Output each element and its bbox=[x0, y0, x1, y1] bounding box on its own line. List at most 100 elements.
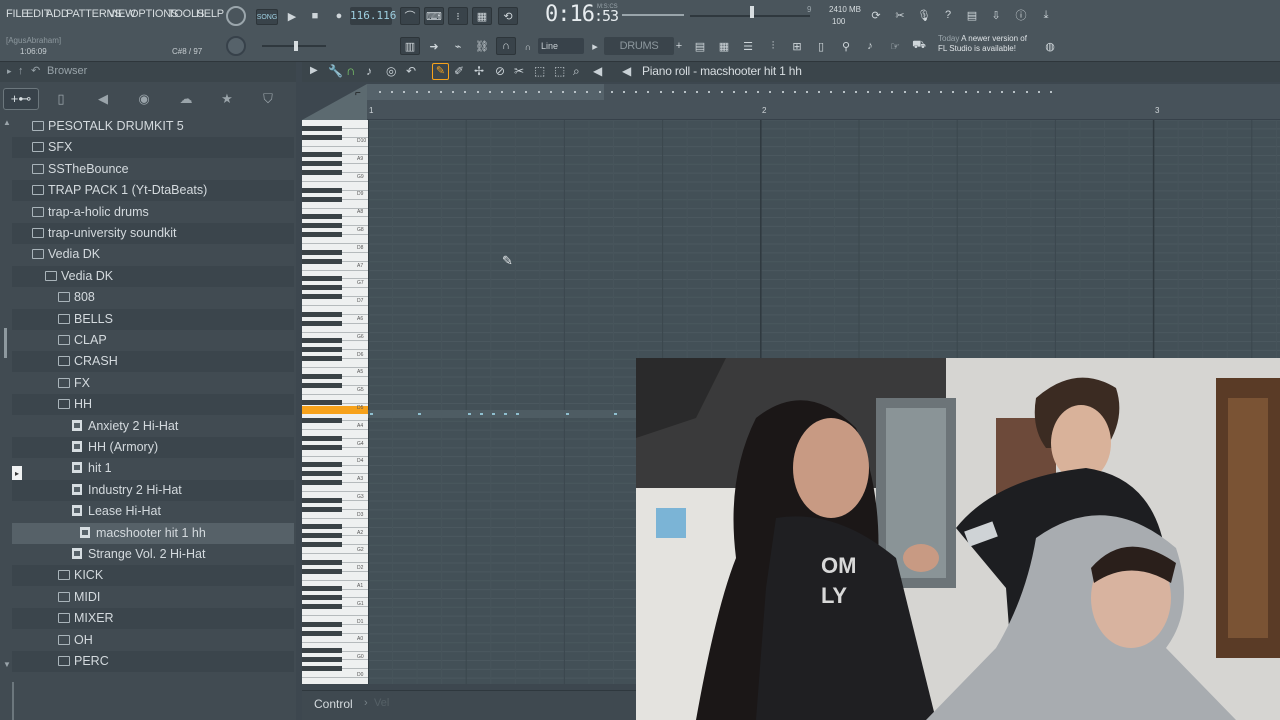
black-key[interactable] bbox=[302, 294, 342, 300]
black-key[interactable] bbox=[302, 559, 342, 565]
render-icon[interactable]: ⇩ bbox=[986, 6, 1006, 24]
time-ruler[interactable]: 1 2 3 bbox=[367, 84, 1280, 120]
black-key[interactable] bbox=[302, 196, 342, 202]
wrench-icon[interactable]: 🔧 bbox=[328, 64, 343, 78]
browser-all-tab-icon[interactable]: +⊷ bbox=[3, 88, 39, 110]
browser-packs-tab-icon[interactable]: ⛉ bbox=[250, 88, 286, 110]
black-key[interactable] bbox=[302, 232, 342, 238]
black-key[interactable] bbox=[302, 533, 342, 539]
speaker-icon[interactable]: ◀ bbox=[622, 64, 631, 78]
black-key[interactable] bbox=[302, 568, 342, 574]
playlist-icon[interactable]: ▤ bbox=[690, 37, 710, 55]
black-key[interactable] bbox=[302, 604, 342, 610]
browser-scrollbar[interactable]: ▲ ▼ bbox=[0, 116, 12, 676]
cut-icon[interactable]: ✂ bbox=[890, 6, 910, 24]
browser-folder[interactable]: PESOTALK DRUMKIT 5 bbox=[12, 116, 294, 137]
song-mode-toggle[interactable]: SONG bbox=[256, 9, 278, 25]
browser-folder[interactable]: PERC bbox=[12, 651, 294, 672]
note-icon[interactable]: ♪ bbox=[366, 64, 372, 78]
step-edit-icon[interactable]: ▦ bbox=[472, 7, 492, 25]
black-key[interactable] bbox=[302, 223, 342, 229]
paint-tool-icon[interactable]: ✐ bbox=[454, 64, 464, 78]
zoom-tool-icon[interactable]: ⌕ bbox=[573, 64, 580, 79]
snap-magnet-icon[interactable]: ∩ bbox=[496, 37, 516, 55]
browser-folder[interactable]: FX bbox=[12, 373, 294, 394]
download-icon[interactable]: ⤓ bbox=[1036, 6, 1056, 24]
black-key[interactable] bbox=[302, 338, 342, 344]
control-label[interactable]: Control bbox=[314, 697, 353, 711]
browser-file[interactable]: Anxiety 2 Hi-Hat bbox=[12, 416, 294, 437]
browser-file[interactable]: Lease Hi-Hat bbox=[12, 501, 294, 522]
mixer-icon[interactable]: ⫶ bbox=[763, 37, 783, 55]
browser-plugins-tab-icon[interactable]: ◉ bbox=[126, 88, 162, 110]
record-button[interactable]: ● bbox=[329, 7, 349, 25]
pattern-prev-icon[interactable]: ▸ bbox=[588, 37, 602, 55]
black-key[interactable] bbox=[302, 187, 342, 193]
browser-folder[interactable]: Vedia DK bbox=[12, 265, 294, 287]
piano-keyboard[interactable]: D10 A9 G9 D9 A8 G8 D8 A7 G7 D7 A6 G6 D6 A5 G5 D5 A4 G4 D4 A… bbox=[302, 120, 368, 684]
browser-folder[interactable]: HH bbox=[12, 394, 294, 416]
tempo-display[interactable]: 116.116 bbox=[350, 7, 396, 25]
black-key[interactable] bbox=[302, 347, 342, 353]
black-key[interactable] bbox=[302, 125, 342, 131]
plugin-icon[interactable]: ⚲ bbox=[836, 37, 856, 55]
black-key[interactable] bbox=[302, 435, 342, 441]
black-key[interactable] bbox=[302, 161, 342, 167]
main-volume-knob[interactable] bbox=[226, 36, 246, 56]
browser-menu-icon[interactable]: ▸ bbox=[7, 66, 12, 77]
black-key[interactable] bbox=[302, 506, 342, 512]
black-key[interactable] bbox=[302, 666, 342, 672]
browser-folder[interactable]: MIDI bbox=[12, 587, 294, 608]
black-key[interactable] bbox=[302, 630, 342, 636]
browser-icon[interactable]: ⊞ bbox=[787, 37, 807, 55]
help-icon[interactable]: ? bbox=[938, 6, 958, 24]
browser-file[interactable]: Strange Vol. 2 Hi-Hat bbox=[12, 544, 294, 565]
black-key[interactable] bbox=[302, 471, 342, 477]
stamp-icon[interactable]: ⌁ bbox=[448, 37, 468, 55]
file-icon[interactable]: ▯ bbox=[811, 37, 831, 55]
touch-icon[interactable]: ☞ bbox=[885, 37, 905, 55]
black-key[interactable] bbox=[302, 657, 342, 663]
browser-back-icon[interactable]: ↶ bbox=[31, 64, 40, 77]
master-volume-handle[interactable] bbox=[750, 6, 754, 18]
mute-tool-icon[interactable]: ⊘ bbox=[495, 64, 505, 78]
select-tool-icon[interactable]: ⬚ bbox=[534, 64, 545, 78]
browser-folder[interactable]: Vedia DK bbox=[12, 244, 294, 265]
browser-file[interactable]: Industry 2 Hi-Hat bbox=[12, 479, 294, 501]
save-icon[interactable]: ▤ bbox=[962, 6, 982, 24]
black-key[interactable] bbox=[302, 373, 342, 379]
browser-favorites-tab-icon[interactable]: ★ bbox=[209, 88, 245, 110]
pr-undo-icon[interactable]: ↶ bbox=[406, 64, 416, 78]
store-icon[interactable]: ⛟ bbox=[909, 37, 929, 55]
snap-select[interactable]: Line bbox=[538, 38, 584, 54]
black-key[interactable] bbox=[302, 311, 342, 317]
zoom-icon[interactable]: ⬚ bbox=[554, 64, 565, 78]
black-key[interactable] bbox=[302, 320, 342, 326]
browser-folder[interactable]: CLAP bbox=[12, 330, 294, 351]
black-key[interactable] bbox=[302, 480, 342, 486]
browser-folder[interactable]: KICK bbox=[12, 565, 294, 587]
black-key[interactable] bbox=[302, 595, 342, 601]
stop-button[interactable]: ■ bbox=[305, 7, 325, 25]
browser-folder[interactable]: TRAP PACK 1 (Yt-DtaBeats) bbox=[12, 180, 294, 202]
piano-icon[interactable]: ▥ bbox=[400, 37, 420, 55]
loop-record-icon[interactable]: ⟲ bbox=[498, 7, 518, 25]
metronome-dial-icon[interactable] bbox=[226, 6, 246, 26]
black-key[interactable] bbox=[302, 214, 342, 220]
globe-icon[interactable]: ◍ bbox=[1040, 37, 1060, 55]
update-notice[interactable]: Today A newer version of FL Studio is av… bbox=[938, 34, 1027, 54]
brush-icon[interactable]: ♪ bbox=[860, 37, 880, 55]
black-key[interactable] bbox=[302, 170, 342, 176]
scroll-down-icon[interactable]: ▼ bbox=[3, 660, 11, 669]
black-key[interactable] bbox=[302, 524, 342, 530]
menu-help[interactable]: HELP bbox=[196, 8, 224, 20]
pr-menu-icon[interactable]: ▶ bbox=[310, 65, 318, 76]
browser-folder[interactable]: SSTheBounce bbox=[12, 159, 294, 180]
browser-sounds-tab-icon[interactable]: ◀ bbox=[85, 88, 121, 110]
channel-rack-icon[interactable]: ☰ bbox=[738, 37, 758, 55]
piano-roll-icon[interactable]: ▦ bbox=[714, 37, 734, 55]
black-key[interactable] bbox=[302, 462, 342, 468]
black-key[interactable] bbox=[302, 152, 342, 158]
black-key[interactable] bbox=[302, 542, 342, 548]
playback-tool-icon[interactable]: ◀ bbox=[593, 64, 602, 78]
